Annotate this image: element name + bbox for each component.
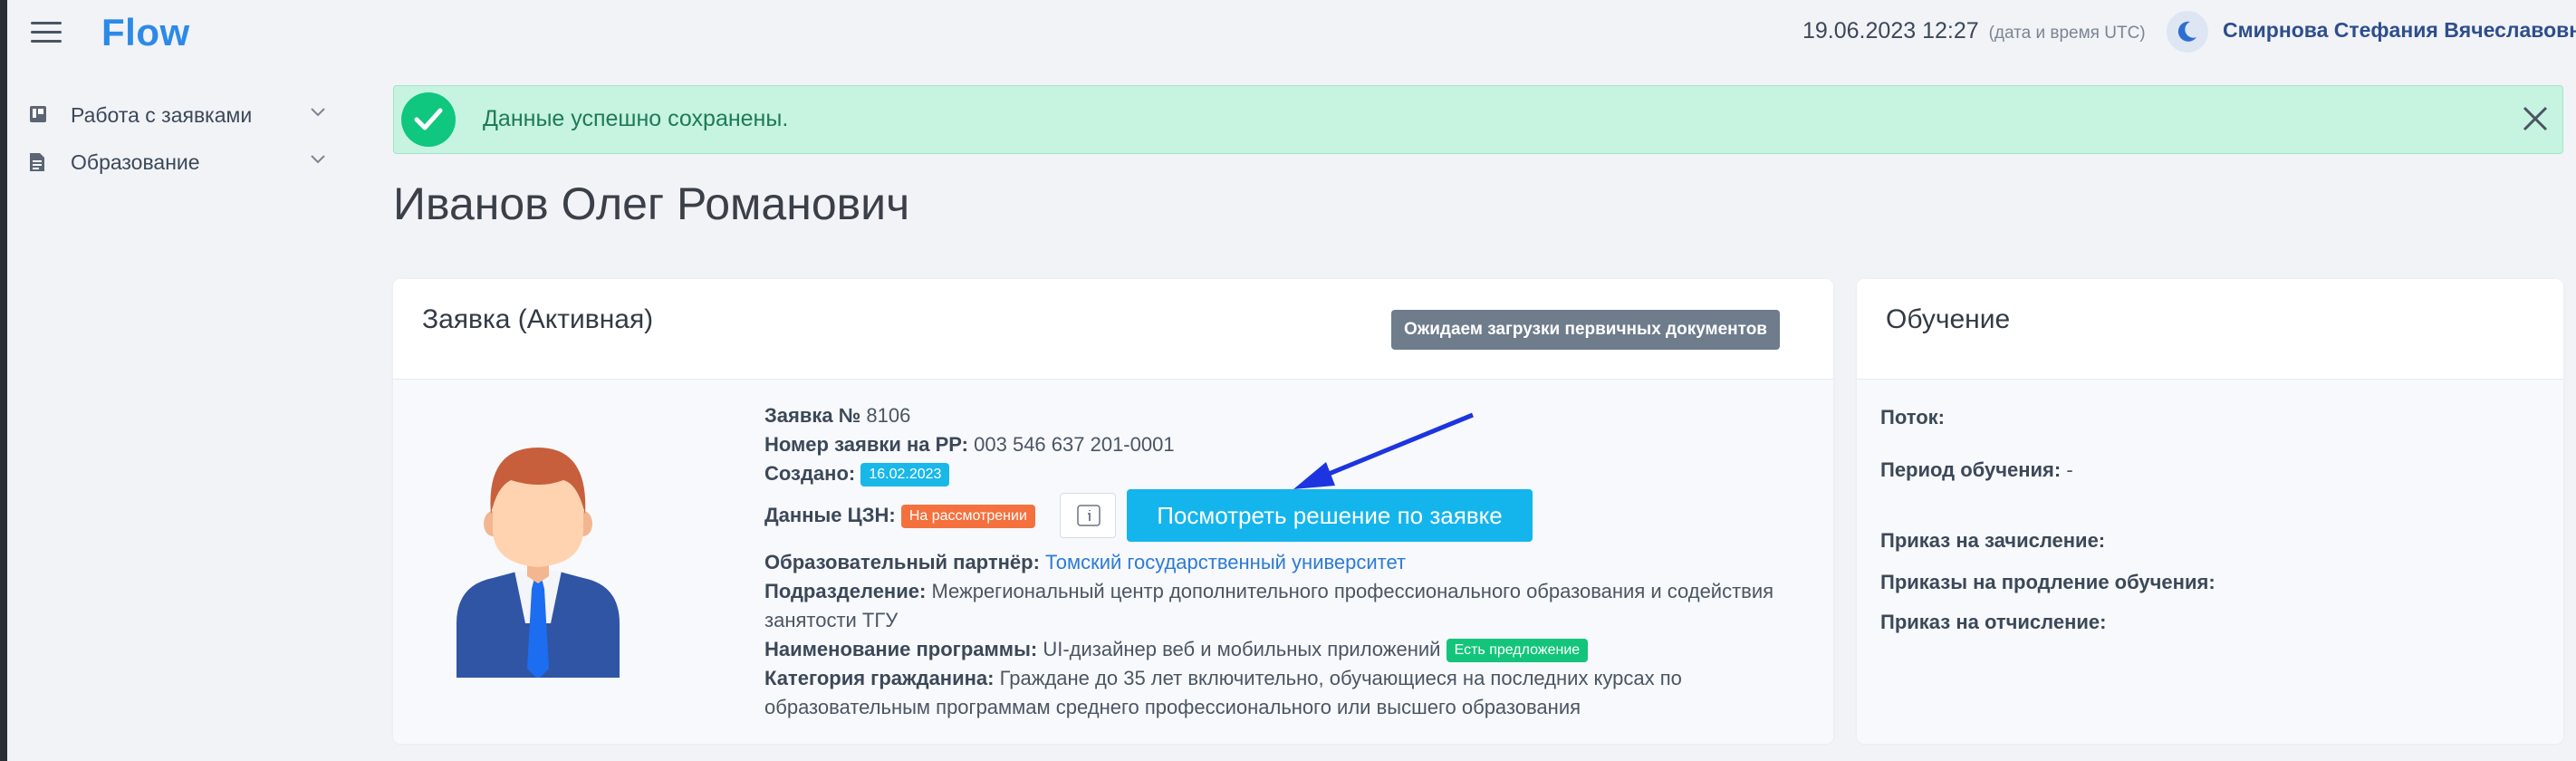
created-date: Создано: 16.02.2023 — [764, 462, 950, 486]
czn-info-button[interactable] — [1060, 493, 1116, 538]
view-decision-button[interactable]: Посмотреть решение по заявке — [1127, 489, 1533, 542]
hamburger-menu-icon[interactable] — [31, 22, 62, 47]
window-edge — [0, 0, 7, 761]
status-badge: Ожидаем загрузки первичных документов — [1391, 310, 1780, 350]
program-name: Наименование программы: UI-дизайнер веб … — [764, 638, 1589, 662]
date-badge: 16.02.2023 — [860, 463, 950, 486]
citizen-category: Категория гражданина: Граждане до 35 лет… — [764, 667, 1682, 689]
partner-link[interactable]: Томский государственный университет — [1045, 551, 1406, 573]
citizen-category-continued: образовательным программам среднего проф… — [764, 696, 1581, 718]
current-datetime: 19.06.2023 12:27 (дата и время UTC) — [1802, 18, 2146, 44]
expel-order-row: Приказ на отчисление: — [1880, 611, 2107, 633]
card-title: Обучение — [1886, 304, 2011, 334]
card-body — [1857, 379, 2563, 744]
sidebar-item-education[interactable]: Образование — [27, 145, 326, 181]
rr-number: Номер заявки на РР: 003 546 637 201-0001 — [764, 433, 1175, 456]
czn-data: Данные ЦЗН: На рассмотрении — [764, 504, 1035, 528]
user-name[interactable]: Смирнова Стефания Вячеславовна — [2223, 18, 2576, 43]
division-continued: занятости ТГУ — [764, 609, 899, 631]
moon-icon — [2177, 21, 2196, 42]
sidebar-item-applications[interactable]: Работа с заявками — [27, 98, 326, 134]
division: Подразделение: Межрегиональный центр доп… — [764, 580, 1774, 602]
education-partner: Образовательный партнёр: Томский государ… — [764, 551, 1407, 573]
stream-row: Поток: — [1880, 406, 1945, 429]
document-icon — [30, 153, 44, 171]
education-card: Обучение Поток: Период обучения: - Прика… — [1857, 279, 2563, 744]
board-icon — [30, 106, 46, 122]
enroll-order-row: Приказ на зачисление: — [1880, 529, 2106, 552]
period-row: Период обучения: - — [1880, 458, 2073, 481]
chevron-down-icon — [311, 155, 325, 164]
extension-orders-row: Приказы на продление обучения: — [1880, 571, 2216, 593]
info-icon — [1077, 505, 1101, 526]
datetime-value: 19.06.2023 12:27 — [1802, 18, 1979, 43]
app-logo[interactable]: Flow — [101, 11, 190, 54]
close-icon[interactable] — [2519, 102, 2552, 135]
sidebar-item-label: Образование — [71, 150, 200, 174]
application-card: Заявка (Активная) Ожидаем загрузки перви… — [393, 279, 1833, 744]
application-number: Заявка № 8106 — [764, 404, 911, 427]
check-circle-icon — [401, 92, 456, 147]
sidebar-item-label: Работа с заявками — [71, 103, 253, 127]
user-avatar-illustration — [457, 448, 620, 678]
card-title: Заявка (Активная) — [422, 304, 654, 334]
czn-status-badge: На рассмотрении — [900, 505, 1035, 528]
alert-message: Данные успешно сохранены. — [483, 106, 789, 131]
annotation-arrow-icon — [1293, 412, 1474, 489]
theme-toggle-button[interactable] — [2167, 11, 2208, 53]
datetime-hint: (дата и время UTC) — [1988, 24, 2146, 43]
page-title: Иванов Олег Романович — [393, 178, 910, 229]
chevron-down-icon — [311, 108, 325, 117]
offer-badge: Есть предложение — [1446, 639, 1589, 662]
success-alert: Данные успешно сохранены. — [393, 85, 2563, 154]
